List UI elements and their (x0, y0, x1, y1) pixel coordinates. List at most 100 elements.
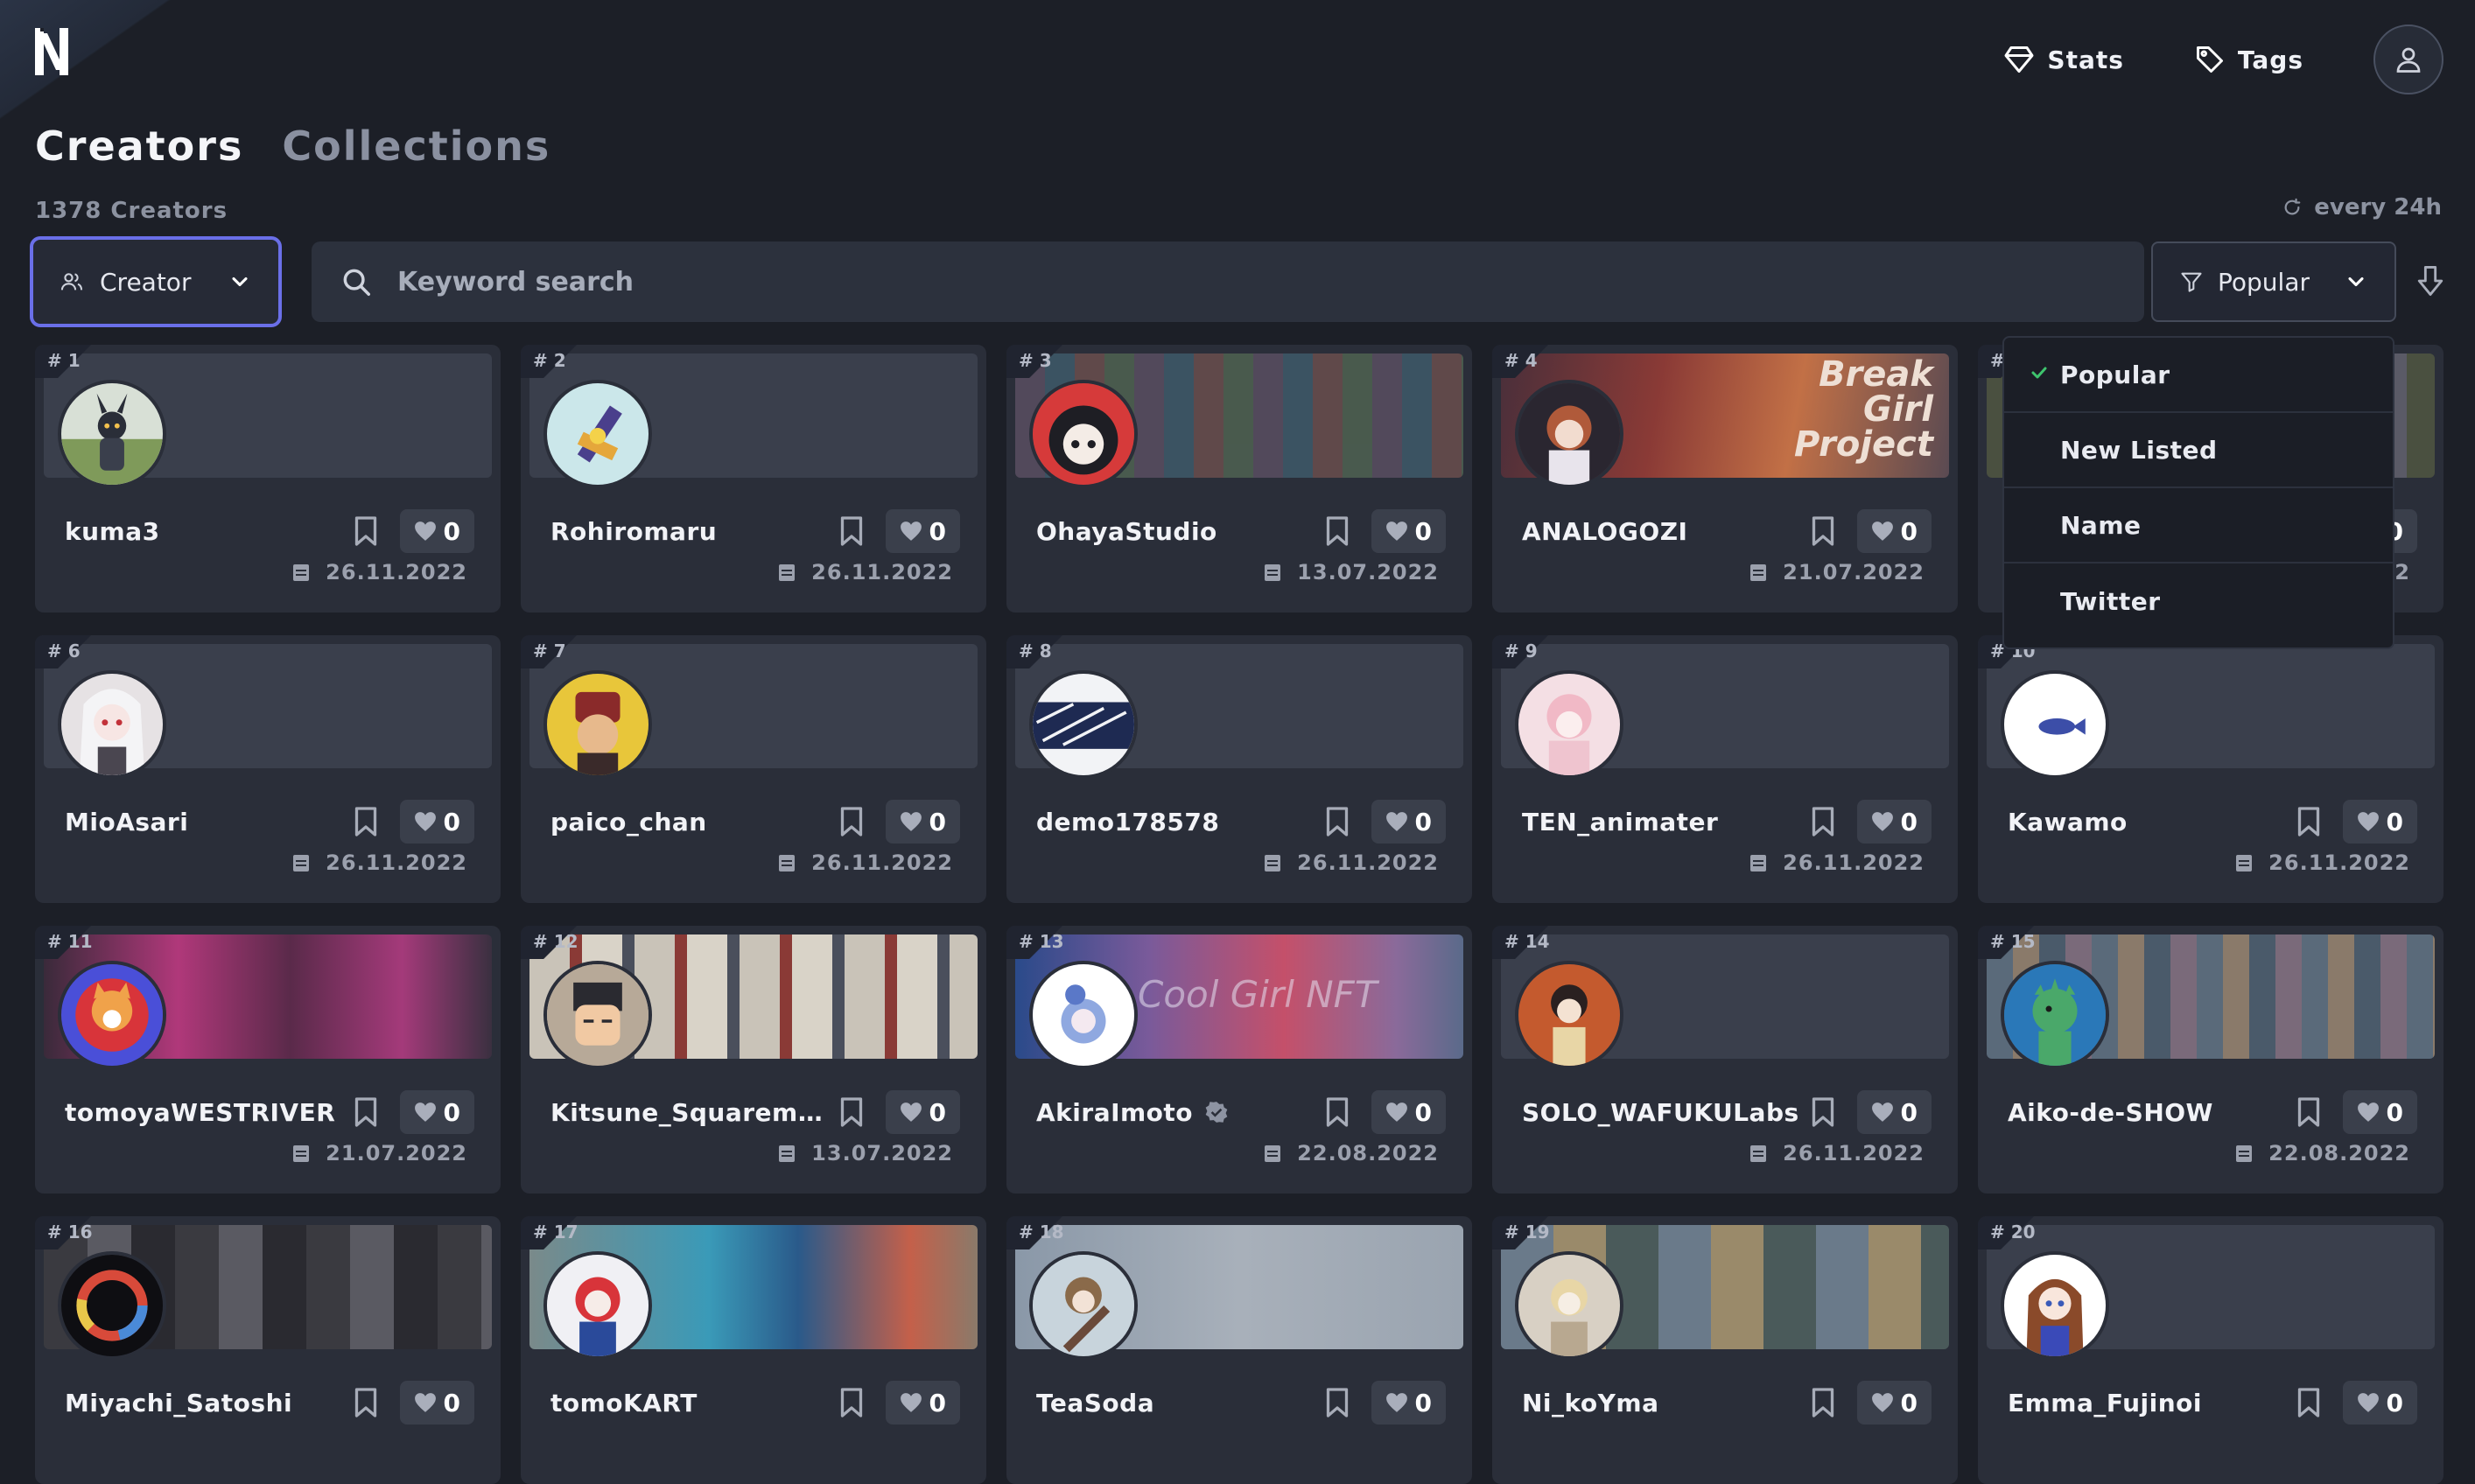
nav-tags[interactable]: Tags (2194, 44, 2303, 75)
creator-card[interactable]: # 8 demo178578 0 26.11.2022 (1006, 635, 1472, 903)
bookmark-icon[interactable] (838, 1096, 865, 1128)
creator-name[interactable]: Aiko-de-SHOW (2008, 1098, 2296, 1127)
bookmark-icon[interactable] (353, 1387, 379, 1418)
creator-card[interactable]: # 19 Ni_koYma 0 (1492, 1216, 1958, 1484)
like-button[interactable]: 0 (1371, 1090, 1446, 1134)
creator-card[interactable]: # 2 Rohiromaru 0 26.11.2022 (521, 345, 986, 612)
like-button[interactable]: 0 (399, 509, 474, 553)
creator-card[interactable]: # 16 Miyachi_Satoshi 0 (35, 1216, 501, 1484)
creator-card[interactable]: # 6 MioAsari 0 26.11.2022 (35, 635, 501, 903)
creator-name[interactable]: tomoyaWESTRIVER (65, 1098, 353, 1127)
search-input[interactable] (397, 266, 2116, 298)
like-button[interactable]: 0 (1856, 509, 1932, 553)
like-button[interactable]: 0 (1856, 1381, 1932, 1424)
bookmark-icon[interactable] (1810, 515, 1836, 547)
creator-card[interactable]: # 3 OhayaStudio 0 13.07.2022 (1006, 345, 1472, 612)
like-button[interactable]: 0 (2342, 800, 2417, 844)
creator-name[interactable]: Rohiromaru (550, 517, 838, 546)
bookmark-icon[interactable] (2296, 1387, 2322, 1418)
creator-card[interactable]: Break Girl Project # 4 ANALOGOZI 0 21.07… (1492, 345, 1958, 612)
creator-card[interactable]: Cool Girl NFT # 13 AkiraImoto 0 22.08.20… (1006, 926, 1472, 1194)
like-button[interactable]: 0 (1371, 509, 1446, 553)
creator-name[interactable]: MioAsari (65, 808, 353, 836)
sort-option-new-listed[interactable]: New Listed (2004, 413, 2393, 488)
creator-card[interactable]: # 18 TeaSoda 0 (1006, 1216, 1472, 1484)
creator-card[interactable]: # 1 kuma3 0 26.11.2022 (35, 345, 501, 612)
like-button[interactable]: 0 (2342, 1381, 2417, 1424)
creator-card[interactable]: # 7 paico_chan 0 26.11.2022 (521, 635, 986, 903)
calendar-icon (1750, 855, 1767, 872)
creator-name[interactable]: OhayaStudio (1036, 517, 1324, 546)
like-button[interactable]: 0 (399, 1381, 474, 1424)
creator-name[interactable]: kuma3 (65, 517, 353, 546)
creator-name[interactable]: ANALOGOZI (1522, 517, 1810, 546)
bookmark-icon[interactable] (1324, 806, 1350, 837)
card-date: 26.11.2022 (1264, 850, 1439, 875)
sort-option-name[interactable]: Name (2004, 488, 2393, 564)
top-nav: Stats Tags (2003, 24, 2443, 94)
user-icon (2396, 47, 2421, 73)
bookmark-icon[interactable] (838, 515, 865, 547)
creator-name[interactable]: TEN_animater (1522, 808, 1810, 836)
logo[interactable] (33, 24, 70, 79)
creator-name[interactable]: Emma_Fujinoi (2008, 1389, 2296, 1418)
tab-creators[interactable]: Creators (35, 122, 243, 170)
bookmark-icon[interactable] (1810, 806, 1836, 837)
like-button[interactable]: 0 (885, 1090, 960, 1134)
bookmark-icon[interactable] (1324, 1096, 1350, 1128)
bookmark-icon[interactable] (1324, 515, 1350, 547)
like-button[interactable]: 0 (885, 1381, 960, 1424)
like-button[interactable]: 0 (399, 1090, 474, 1134)
bookmark-icon[interactable] (838, 1387, 865, 1418)
creator-name[interactable]: AkiraImoto (1036, 1098, 1193, 1127)
sort-option-popular[interactable]: Popular (2004, 338, 2393, 413)
sort-direction-icon[interactable] (2415, 264, 2445, 298)
bookmark-icon[interactable] (1810, 1096, 1836, 1128)
creator-name[interactable]: tomoKART (550, 1389, 838, 1418)
like-button[interactable]: 0 (2342, 1090, 2417, 1134)
nav-stats[interactable]: Stats (2003, 44, 2124, 75)
bookmark-icon[interactable] (2296, 806, 2322, 837)
tab-collections[interactable]: Collections (282, 122, 550, 170)
bookmark-icon[interactable] (2296, 1096, 2322, 1128)
like-button[interactable]: 0 (1856, 800, 1932, 844)
like-count: 0 (1900, 516, 1918, 546)
creator-name[interactable]: demo178578 (1036, 808, 1324, 836)
bookmark-icon[interactable] (353, 515, 379, 547)
creator-card[interactable]: # 20 Emma_Fujinoi 0 (1978, 1216, 2443, 1484)
type-select[interactable]: Creator (30, 236, 282, 327)
sort-option-twitter[interactable]: Twitter (2004, 564, 2393, 639)
creator-card[interactable]: # 11 tomoyaWESTRIVER 0 21.07.2022 (35, 926, 501, 1194)
nav-stats-label: Stats (2047, 45, 2124, 74)
creator-name[interactable]: Ni_koYma (1522, 1389, 1810, 1418)
card-name-row: Miyachi_Satoshi 0 (65, 1381, 474, 1424)
creator-card[interactable]: # 15 Aiko-de-SHOW 0 22.08.2022 (1978, 926, 2443, 1194)
search-bar (312, 242, 2144, 322)
card-date: 13.07.2022 (778, 1141, 953, 1166)
like-button[interactable]: 0 (399, 800, 474, 844)
bookmark-icon[interactable] (353, 1096, 379, 1128)
creator-card[interactable]: # 10 Kawamo 0 26.11.2022 (1978, 635, 2443, 903)
creator-card[interactable]: # 12 Kitsune_Squarema... 0 13.07.2022 (521, 926, 986, 1194)
account-button[interactable] (2373, 24, 2443, 94)
bookmark-icon[interactable] (353, 806, 379, 837)
creator-name[interactable]: TeaSoda (1036, 1389, 1324, 1418)
creator-card[interactable]: # 9 TEN_animater 0 26.11.2022 (1492, 635, 1958, 903)
bookmark-icon[interactable] (838, 806, 865, 837)
sort-select[interactable]: Popular (2151, 242, 2396, 322)
creator-card[interactable]: # 14 SOLO_WAFUKULabs 0 26.11.2022 (1492, 926, 1958, 1194)
creator-name[interactable]: Miyachi_Satoshi (65, 1389, 353, 1418)
like-button[interactable]: 0 (885, 800, 960, 844)
like-button[interactable]: 0 (1371, 1381, 1446, 1424)
creator-name[interactable]: Kawamo (2008, 808, 2296, 836)
like-button[interactable]: 0 (885, 509, 960, 553)
creator-name[interactable]: Kitsune_Squarema... (550, 1098, 838, 1127)
like-button[interactable]: 0 (1371, 800, 1446, 844)
like-button[interactable]: 0 (1856, 1090, 1932, 1134)
creator-name[interactable]: paico_chan (550, 808, 838, 836)
bookmark-icon[interactable] (1324, 1387, 1350, 1418)
creator-card[interactable]: # 17 tomoKART 0 (521, 1216, 986, 1484)
bookmark-icon[interactable] (1810, 1387, 1836, 1418)
creator-avatar (58, 1251, 166, 1360)
creator-name[interactable]: SOLO_WAFUKULabs (1522, 1098, 1810, 1127)
